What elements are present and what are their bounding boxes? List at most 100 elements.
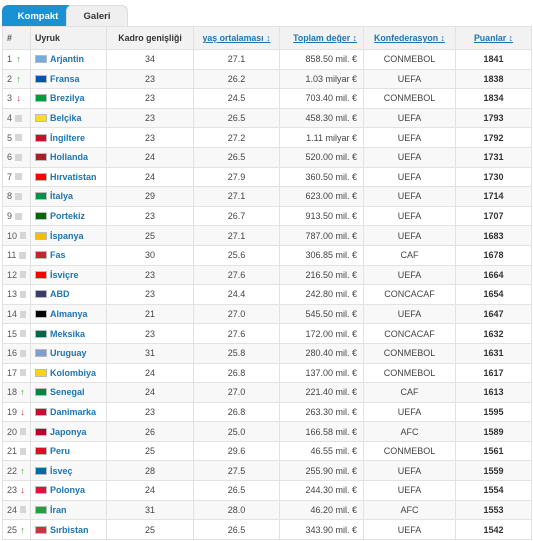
team-cell[interactable]: Danimarka [30,401,107,423]
team-name-link[interactable]: Polonya [50,485,85,495]
confederation-cell: CONMEBOL [363,88,456,109]
squad-size-cell: 23 [106,323,194,344]
rank-number: 10 [7,230,18,241]
team-cell[interactable]: İsveç [30,460,107,482]
avg-age-cell: 25.8 [193,342,280,364]
avg-age-cell: 26.2 [193,68,280,90]
team-name-link[interactable]: Hırvatistan [50,172,97,182]
team-cell[interactable]: İtalya [30,186,107,207]
team-name-link[interactable]: Senegal [50,387,85,397]
avg-age-cell: 27.2 [193,127,280,148]
team-name-link[interactable]: Japonya [50,427,87,437]
column-header-avg-age[interactable]: yaş ortalaması ↕ [193,26,280,50]
team-name-link[interactable]: Belçika [50,113,82,123]
team-name-link[interactable]: Portekiz [50,211,85,221]
tab-kompakt[interactable]: Kompakt [2,5,74,27]
team-name-link[interactable]: Fas [50,250,66,260]
team-cell[interactable]: Almanya [30,303,107,325]
team-name-link[interactable]: Meksika [50,329,85,339]
rank-cell: 19 ↓ [2,401,31,423]
flag-icon [35,114,47,123]
rank-cell: 9 [2,205,31,227]
tab-galeri[interactable]: Galeri [66,5,128,27]
team-name-link[interactable]: İran [50,505,67,515]
team-cell[interactable]: Uruguay [30,342,107,364]
team-cell[interactable]: İsviçre [30,264,107,286]
flag-icon [35,55,47,64]
team-name-link[interactable]: Danimarka [50,407,96,417]
team-cell[interactable]: İspanya [30,225,107,246]
team-cell[interactable]: Hırvatistan [30,166,107,188]
column-header-total-value[interactable]: Toplam değer ↕ [279,26,364,50]
team-name-link[interactable]: Peru [50,446,70,456]
squad-size-cell: 24 [106,382,194,403]
rank-cell: 1 ↑ [2,49,31,70]
team-cell[interactable]: Kolombiya [30,362,107,384]
team-cell[interactable]: Sırbistan [30,519,107,540]
team-cell[interactable]: Hollanda [30,146,107,168]
team-name-link[interactable]: Fransa [50,74,80,84]
team-name-link[interactable]: İsviçre [50,270,79,280]
confederation-cell: UEFA [363,460,456,482]
trend-icon: ↑ [20,387,25,398]
team-cell[interactable]: İngiltere [30,127,107,148]
table-row: 5 İngiltere 23 27.2 1.11 milyar € UEFA 1792 [2,127,532,148]
table-row: 4 Belçika 23 26.5 458.30 mil. € UEFA 1793 [2,107,532,129]
table-row: 6 Hollanda 24 26.5 520.00 mil. € UEFA 1731 [2,146,532,168]
team-cell[interactable]: Senegal [30,382,107,403]
avg-age-cell: 26.5 [193,480,280,501]
avg-age-cell: 27.0 [193,303,280,325]
avg-age-cell: 26.8 [193,401,280,423]
confederation-cell: UEFA [363,146,456,168]
team-name-link[interactable]: Brezilya [50,93,85,103]
team-cell[interactable]: Peru [30,440,107,462]
points-cell: 1647 [455,303,532,325]
table-row: 9 Portekiz 23 26.7 913.50 mil. € UEFA 1707 [2,205,532,227]
team-name-link[interactable]: Almanya [50,309,88,319]
squad-size-cell: 25 [106,440,194,462]
column-header-confederation[interactable]: Konfederasyon ↕ [363,26,456,50]
flag-icon [35,212,47,221]
team-cell[interactable]: Polonya [30,480,107,501]
squad-size-cell: 31 [106,499,194,521]
team-name-link[interactable]: İngiltere [50,133,85,143]
avg-age-cell: 28.0 [193,499,280,521]
team-name-link[interactable]: ABD [50,289,70,299]
rank-cell: 14 [2,303,31,325]
team-cell[interactable]: Portekiz [30,205,107,227]
team-cell[interactable]: Fransa [30,68,107,90]
team-cell[interactable]: Belçika [30,107,107,129]
team-name-link[interactable]: Uruguay [50,348,87,358]
team-cell[interactable]: Brezilya [30,88,107,109]
points-cell: 1632 [455,323,532,344]
avg-age-cell: 27.1 [193,49,280,70]
confederation-cell: CAF [363,382,456,403]
team-name-link[interactable]: İspanya [50,231,84,241]
team-name-link[interactable]: Arjantin [50,54,84,64]
squad-size-cell: 21 [106,303,194,325]
team-cell[interactable]: Japonya [30,421,107,442]
avg-age-cell: 26.5 [193,519,280,540]
rank-cell: 22 ↑ [2,460,31,482]
trend-icon [20,506,26,514]
rank-number: 21 [7,446,18,457]
team-cell[interactable]: Arjantin [30,49,107,70]
trend-icon [20,290,26,298]
team-cell[interactable]: Fas [30,244,107,266]
rank-number: 24 [7,504,18,515]
team-name-link[interactable]: Hollanda [50,152,88,162]
trend-icon [15,134,23,142]
team-cell[interactable]: ABD [30,284,107,305]
team-cell[interactable]: Meksika [30,323,107,344]
team-name-link[interactable]: İsveç [50,466,73,476]
total-value-cell: 1.03 milyar € [279,68,364,90]
column-header-points[interactable]: Puanlar ↕ [455,26,532,50]
team-name-link[interactable]: İtalya [50,191,73,201]
trend-icon: ↓ [20,485,25,496]
points-cell: 1595 [455,401,532,423]
trend-icon: ↓ [16,93,21,104]
team-name-link[interactable]: Sırbistan [50,525,89,535]
team-cell[interactable]: İran [30,499,107,521]
team-name-link[interactable]: Kolombiya [50,368,96,378]
squad-size-cell: 23 [106,68,194,90]
